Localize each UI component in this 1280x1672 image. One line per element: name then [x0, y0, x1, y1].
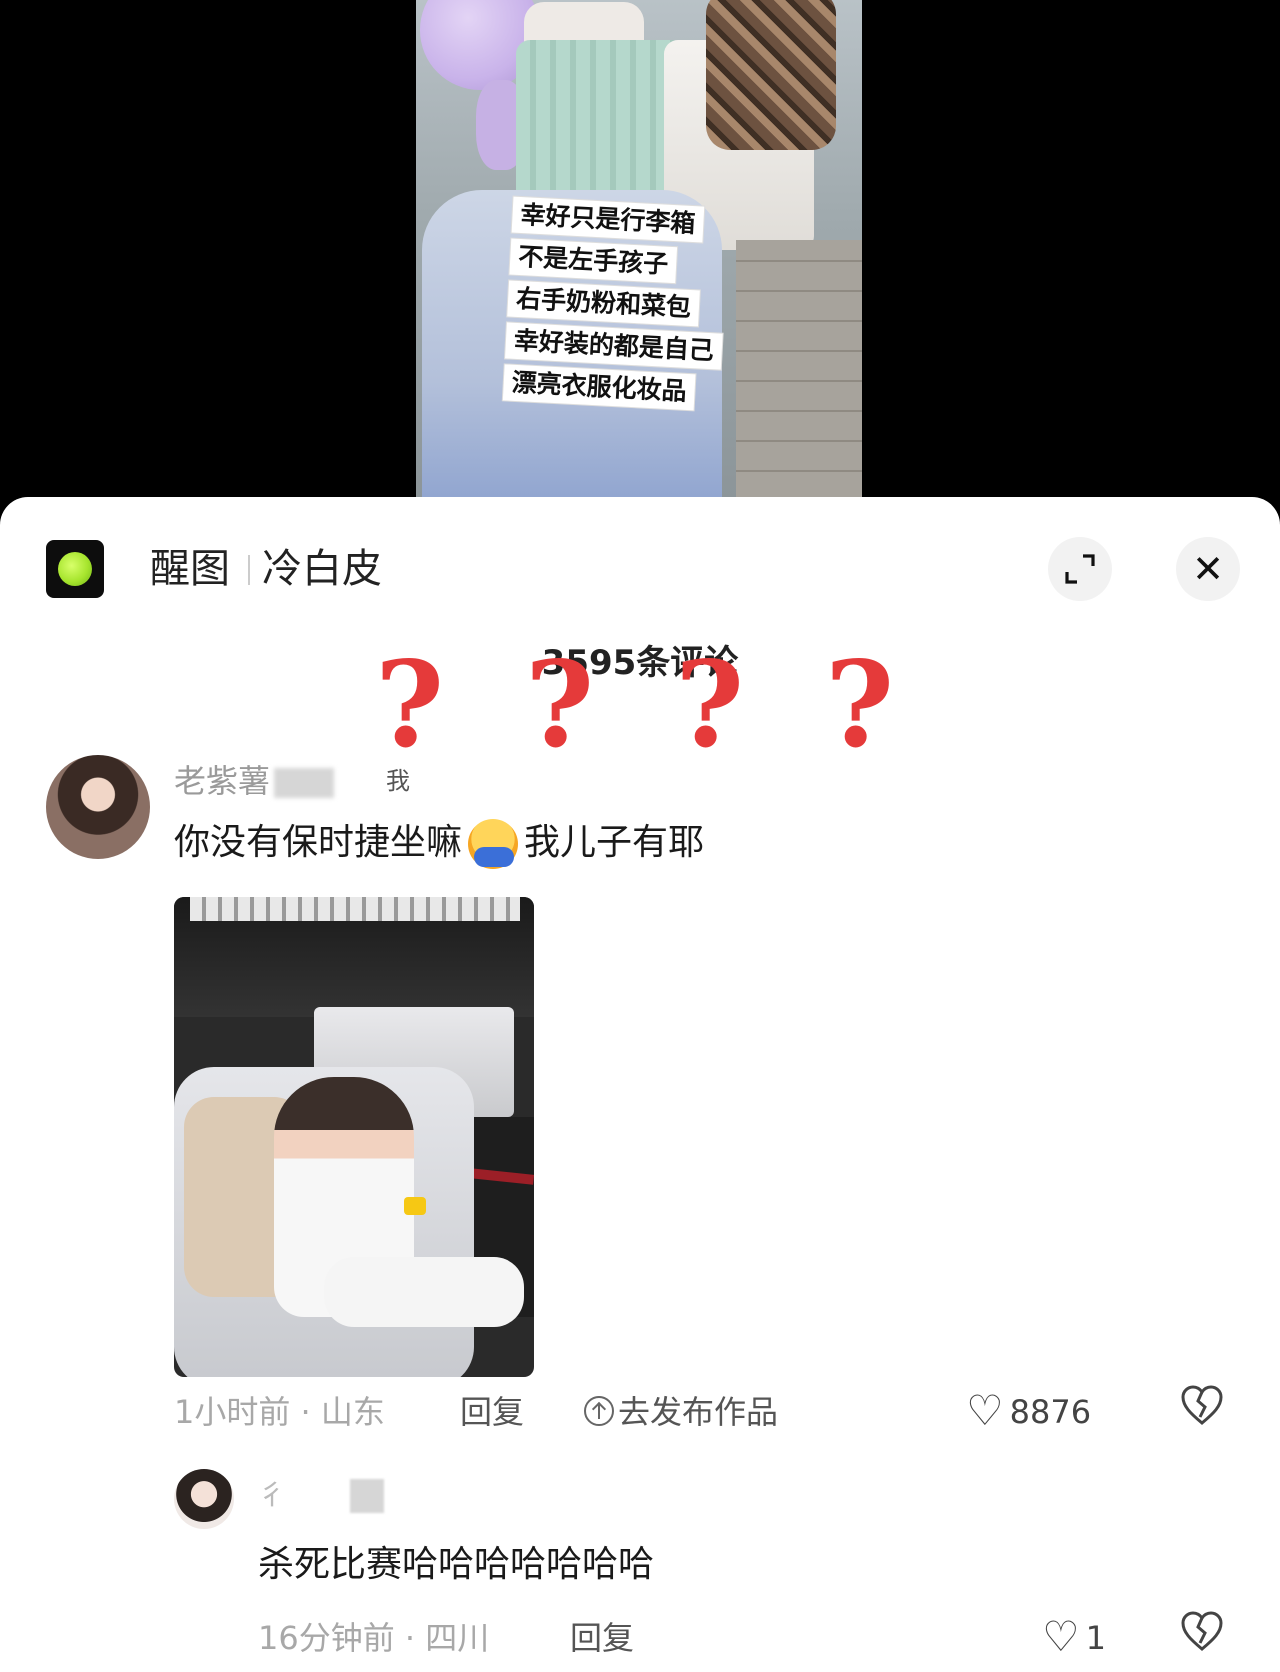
- like-button[interactable]: ♡ 8876: [966, 1389, 1091, 1435]
- app-tagline[interactable]: 冷白皮: [262, 541, 382, 597]
- caption-line: 不是左手孩子: [509, 238, 678, 284]
- app-name[interactable]: 醒图: [150, 541, 230, 597]
- close-button[interactable]: ✕: [1176, 537, 1240, 601]
- comment-text-part: 你没有保时捷坐嘛: [174, 822, 463, 863]
- question-mark: ?: [675, 635, 745, 774]
- expand-button[interactable]: [1048, 537, 1112, 601]
- redacted-username: [350, 1479, 384, 1513]
- heart-icon: ♡: [1042, 1612, 1080, 1661]
- car-sunroof: [190, 897, 520, 921]
- upload-icon: [584, 1396, 614, 1426]
- avatar[interactable]: [46, 755, 150, 859]
- reply-button[interactable]: 回复: [570, 1615, 634, 1661]
- handbag: [706, 0, 836, 150]
- comment-text-part: 我儿子有耶: [524, 822, 705, 863]
- redacted-username: [274, 768, 335, 798]
- question-marks-overlay: ? ? ? ?: [375, 645, 935, 765]
- question-mark: ?: [525, 635, 595, 774]
- comment-username[interactable]: 老紫薯: [174, 759, 335, 803]
- caption-line: 右手奶粉和菜包: [507, 280, 700, 327]
- heart-icon: ♡: [966, 1386, 1004, 1435]
- username-text: 老紫薯: [174, 762, 271, 800]
- publish-work-button[interactable]: 去发布作品: [584, 1389, 778, 1435]
- like-count: 1: [1085, 1619, 1107, 1657]
- comment-meta: 16分钟前 · 四川: [258, 1619, 490, 1657]
- question-mark: ?: [375, 635, 445, 774]
- dislike-button[interactable]: [1180, 1383, 1224, 1436]
- comment-username[interactable]: 彳: [258, 1475, 286, 1515]
- comment-meta: 1小时前 · 山东: [174, 1393, 385, 1431]
- close-icon: ✕: [1192, 547, 1224, 591]
- child-legs: [324, 1257, 524, 1327]
- avatar[interactable]: [174, 1469, 234, 1529]
- app-logo-dot: [58, 552, 92, 586]
- dislike-button[interactable]: [1180, 1609, 1224, 1662]
- hugging-face-emoji: [468, 819, 519, 869]
- app-logo-icon[interactable]: [46, 540, 104, 598]
- broken-heart-icon: [1181, 1611, 1223, 1651]
- comment-text: 杀死比赛哈哈哈哈哈哈哈: [258, 1544, 655, 1585]
- reply-button[interactable]: 回复: [460, 1389, 524, 1435]
- publish-work-label: 去发布作品: [618, 1393, 779, 1431]
- caption-line: 幸好只是行李箱: [511, 196, 705, 243]
- video-frame[interactable]: 幸好只是行李箱 不是左手孩子 右手奶粉和菜包 幸好装的都是自己 漂亮衣服化妆品: [416, 0, 862, 498]
- caption-line: 漂亮衣服化妆品: [502, 364, 696, 411]
- toy: [404, 1197, 426, 1215]
- comment-text: 你没有保时捷坐嘛 我儿子有耶: [174, 815, 704, 871]
- question-mark: ?: [825, 635, 895, 774]
- broken-heart-icon: [1181, 1385, 1223, 1425]
- comment-image[interactable]: [174, 897, 534, 1377]
- video-player[interactable]: 幸好只是行李箱 不是左手孩子 右手奶粉和菜包 幸好装的都是自己 漂亮衣服化妆品: [0, 0, 1280, 500]
- author-badge: 我: [386, 767, 410, 795]
- expand-icon: [1065, 554, 1095, 584]
- header-divider: [248, 555, 250, 585]
- like-button[interactable]: ♡ 1: [1042, 1615, 1106, 1661]
- comment-sheet: 醒图 冷白皮 ✕ 3595条评论 ? ? ? ? 老紫薯 我 你没有保时捷坐嘛我…: [0, 497, 1280, 1672]
- like-count: 8876: [1009, 1393, 1092, 1431]
- video-caption: 幸好只是行李箱 不是左手孩子 右手奶粉和菜包 幸好装的都是自己 漂亮衣服化妆品: [502, 194, 764, 417]
